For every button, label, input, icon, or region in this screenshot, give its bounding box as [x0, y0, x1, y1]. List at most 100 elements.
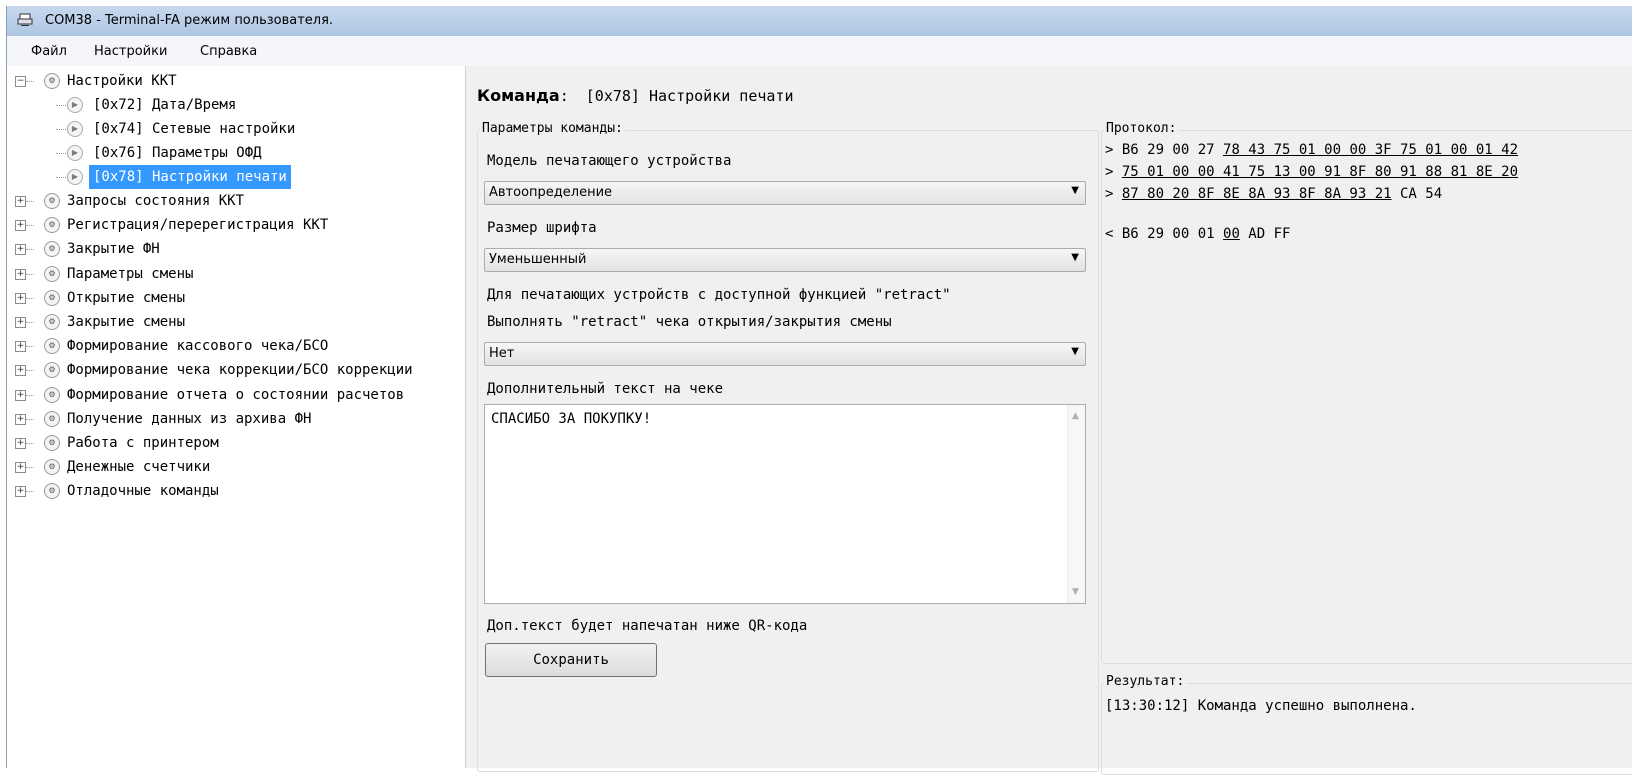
expand-icon[interactable]: + — [15, 220, 26, 232]
scroll-up-icon[interactable]: ▲ — [1072, 411, 1079, 421]
expand-icon[interactable]: + — [15, 438, 26, 449]
result-group-title: Результат: — [1104, 674, 1187, 689]
result-group: Результат: — [1101, 674, 1632, 775]
tree-child-0x74[interactable]: ▶ [0x74] Сетевые настройки — [7, 117, 465, 141]
tree-node[interactable]: + ⚙ Закрытие смены — [7, 310, 465, 334]
retract-select[interactable]: Нет ▼ — [484, 342, 1086, 366]
expand-icon[interactable]: + — [15, 317, 26, 328]
tree-node[interactable]: + ⚙ Запросы состояния ККТ — [7, 189, 465, 213]
tree-connector — [26, 418, 34, 420]
tree-node[interactable]: + ⚙ Отладочные команды — [7, 479, 465, 503]
command-tree: − ⚙ Настройки ККТ ▶ [0x72] Дата/Время ▶ … — [7, 66, 466, 768]
extra-text-label: Дополнительный текст на чеке — [487, 381, 724, 397]
tree-node[interactable]: + ⚙ Денежные счетчики — [7, 455, 465, 479]
protocol-line-3-underlined: 87 80 20 8F 8E 8A 93 8F 8A 93 21 — [1121, 186, 1392, 202]
expand-icon[interactable]: + — [15, 244, 26, 256]
font-size-value: Уменьшенный — [489, 252, 587, 267]
collapse-icon[interactable]: − — [15, 76, 26, 87]
expand-icon[interactable]: + — [15, 365, 26, 377]
settings-gear-icon: ⚙ — [44, 435, 60, 451]
tree-node[interactable]: + ⚙ Параметры смены — [7, 262, 465, 286]
font-size-select[interactable]: Уменьшенный ▼ — [484, 248, 1086, 272]
title-bar[interactable]: COM38 - Terminal-FA режим пользователя. — [7, 6, 1632, 36]
tree-connector — [56, 129, 66, 130]
command-heading-value: [0x78] Настройки печати — [585, 87, 794, 105]
params-group-title: Параметры команды: — [480, 121, 625, 136]
tree-node-kkt-settings[interactable]: − ⚙ Настройки ККТ — [7, 69, 465, 93]
tree-connector — [26, 443, 34, 444]
protocol-line-1-underlined: 78 43 75 01 00 00 3F 75 01 00 01 42 — [1223, 142, 1519, 158]
settings-gear-icon: ⚙ — [44, 410, 60, 427]
command-heading: Команда: [0x78] Настройки печати — [477, 86, 794, 105]
protocol-line-2-underlined: 75 01 00 00 41 75 13 00 91 8F 80 91 88 8… — [1121, 164, 1519, 180]
tree-child-0x72[interactable]: ▶ [0x72] Дата/Время — [7, 93, 465, 117]
tree-node[interactable]: + ⚙ Открытие смены — [7, 286, 465, 310]
tree-node[interactable]: + ⚙ Закрытие ФН — [7, 237, 465, 261]
tree-child-label: [0x72] Дата/Время — [93, 97, 237, 113]
tree-connector — [26, 394, 34, 396]
tree-connector — [56, 153, 66, 154]
app-window: COM38 - Terminal-FA режим пользователя. … — [6, 6, 1632, 775]
tree-connector — [26, 225, 34, 227]
expand-icon[interactable]: + — [15, 389, 26, 401]
expand-icon[interactable]: + — [15, 486, 26, 498]
tree-node-label: Получение данных из архива ФН — [67, 410, 312, 427]
protocol-line-4-underlined: 00 — [1223, 226, 1240, 242]
tree-node[interactable]: + ⚙ Формирование чека коррекции/БСО коррек… — [7, 358, 465, 382]
tree-node-label: Денежные счетчики — [67, 459, 211, 476]
menu-file[interactable]: Файл — [31, 44, 67, 59]
expand-icon[interactable]: + — [15, 268, 26, 280]
menu-help[interactable]: Справка — [200, 44, 257, 59]
tree-node[interactable]: + ⚙ Работа с принтером — [7, 431, 465, 455]
protocol-line-3-prefix: > — [1105, 186, 1122, 202]
tree-child-0x78-selected[interactable]: ▶ [0x78] Настройки печати — [7, 165, 465, 189]
menu-settings[interactable]: Настройки — [94, 44, 167, 59]
tree-node-label: Отладочные команды — [67, 483, 219, 500]
tree-node-label: Формирование кассового чека/БСО — [67, 338, 329, 355]
protocol-line-4-suffix: AD FF — [1239, 226, 1291, 242]
settings-gear-icon: ⚙ — [44, 73, 60, 89]
printer-model-value: Автоопределение — [489, 185, 613, 200]
textarea-scrollbar[interactable]: ▲ ▼ — [1067, 405, 1085, 603]
tree-connector — [26, 273, 34, 275]
result-text: [13:30:12] Команда успешно выполнена. — [1105, 698, 1417, 714]
tree-connector — [26, 491, 34, 493]
tree-node[interactable]: + ⚙ Регистрация/перерегистрация ККТ — [7, 213, 465, 237]
printer-model-select[interactable]: Автоопределение ▼ — [484, 181, 1086, 205]
retract-label: Выполнять "retract" чека открытия/закрыт… — [487, 314, 892, 330]
tree-child-label: [0x74] Сетевые настройки — [93, 121, 296, 137]
chevron-down-icon: ▼ — [1071, 185, 1079, 196]
tree-child-0x76[interactable]: ▶ [0x76] Параметры ОФД — [7, 141, 465, 165]
tree-connector — [26, 346, 34, 348]
scroll-down-icon[interactable]: ▼ — [1072, 587, 1079, 597]
chevron-down-icon: ▼ — [1071, 346, 1079, 357]
extra-text-content: СПАСИБО ЗА ПОКУПКУ! — [491, 411, 652, 427]
tree-node-label: Параметры смены — [67, 265, 194, 282]
window-title: COM38 - Terminal-FA режим пользователя. — [45, 13, 334, 28]
tree-connector — [26, 322, 34, 323]
tree-node-label: Регистрация/перерегистрация ККТ — [67, 217, 329, 234]
expand-icon[interactable]: + — [15, 292, 26, 304]
retract-value: Нет — [489, 346, 515, 361]
tree-node[interactable]: + ⚙ Формирование отчета о состоянии расчет… — [7, 383, 465, 407]
save-button[interactable]: Сохранить — [485, 643, 657, 677]
tree-connector — [26, 297, 34, 299]
font-size-label: Размер шрифта — [487, 220, 597, 236]
settings-gear-icon: ⚙ — [44, 265, 60, 282]
extra-text-area[interactable]: СПАСИБО ЗА ПОКУПКУ! ▲ ▼ — [484, 404, 1086, 604]
retract-info-text: Для печатающих устройств с доступной фун… — [487, 287, 951, 303]
expand-icon[interactable]: + — [15, 462, 26, 474]
tree-node[interactable]: + ⚙ Получение данных из архива ФН — [7, 407, 465, 431]
command-heading-label: Команда — [477, 86, 560, 105]
expand-icon[interactable]: + — [15, 196, 26, 207]
expand-icon[interactable]: + — [15, 341, 26, 353]
settings-gear-icon: ⚙ — [44, 241, 60, 258]
tree-node-label: Закрытие ФН — [67, 241, 160, 258]
tree-node[interactable]: + ⚙ Формирование кассового чека/БСО — [7, 334, 465, 358]
settings-gear-icon: ⚙ — [44, 314, 60, 330]
tree-connector — [56, 105, 66, 106]
menu-bar: Файл Настройки Справка — [7, 36, 1632, 66]
settings-gear-icon: ⚙ — [44, 289, 60, 306]
tree-child-label: [0x78] Настройки печати — [89, 165, 291, 189]
expand-icon[interactable]: + — [15, 413, 26, 425]
